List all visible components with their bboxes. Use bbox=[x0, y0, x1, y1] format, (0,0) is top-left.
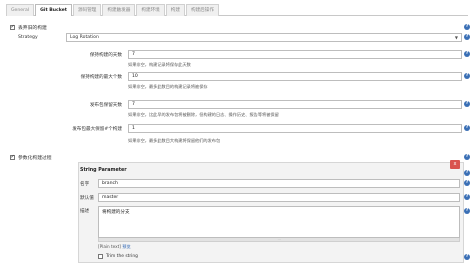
days-to-keep-label: 保持构建的天数 bbox=[89, 53, 122, 58]
days-to-keep-hint: 如果非空，构建记录将保存此天数 bbox=[128, 62, 191, 67]
days-to-keep-help-icon[interactable]: ? bbox=[464, 51, 470, 57]
parameterized-build-label: 参数化构建过程 bbox=[18, 156, 52, 161]
strategy-select[interactable]: Log Rotation ▼ bbox=[66, 33, 462, 42]
parameter-help-icon[interactable]: ? bbox=[464, 170, 470, 176]
param-name-label: 名字 bbox=[80, 182, 90, 187]
string-parameter-title: String Parameter bbox=[80, 168, 127, 173]
artifact-max-help-icon[interactable]: ? bbox=[464, 125, 470, 131]
artifact-days-input[interactable]: 7 bbox=[128, 100, 462, 109]
strategy-label: Strategy bbox=[18, 35, 38, 40]
param-desc-label: 描述 bbox=[80, 209, 90, 214]
tab-general[interactable]: General bbox=[6, 4, 35, 16]
discard-old-builds-label: 丢弃旧的构建 bbox=[18, 26, 47, 31]
parameterized-build-checkbox[interactable] bbox=[10, 154, 15, 160]
trim-string-row[interactable]: Trim the string bbox=[98, 254, 138, 259]
param-name-input[interactable]: branch bbox=[98, 179, 460, 188]
trim-help-icon[interactable]: ? bbox=[464, 254, 470, 260]
config-tabs: General Git Bucket 源码管理 构建触发器 构建环境 构建 构建… bbox=[6, 4, 468, 16]
tab-post-build[interactable]: 构建后操作 bbox=[185, 4, 219, 16]
param-name-help-icon[interactable]: ? bbox=[464, 180, 470, 186]
tab-build[interactable]: 构建 bbox=[165, 4, 185, 16]
strategy-help-icon[interactable]: ? bbox=[464, 34, 470, 40]
chevron-down-icon: ▼ bbox=[454, 35, 458, 40]
tab-source-management[interactable]: 源码管理 bbox=[73, 4, 102, 16]
textarea-resize-handle[interactable]: ⋯ bbox=[98, 238, 460, 242]
artifact-days-label: 发布包保留天数 bbox=[89, 103, 122, 108]
artifact-max-label: 发布包最大保留#个构建 bbox=[72, 127, 122, 132]
parameterized-build-row[interactable]: 参数化构建过程 bbox=[10, 154, 52, 161]
tab-gitbucket[interactable]: Git Bucket bbox=[35, 4, 72, 16]
max-builds-input[interactable]: 10 bbox=[128, 72, 462, 81]
param-desc-help-icon[interactable]: ? bbox=[464, 208, 470, 214]
param-default-label: 默认值 bbox=[80, 196, 94, 201]
plain-text-label: [Plain text] bbox=[98, 244, 121, 249]
param-default-help-icon[interactable]: ? bbox=[464, 194, 470, 200]
max-builds-hint: 如果非空，最多此数目的构建记录将被保存 bbox=[128, 84, 208, 89]
tab-build-environment[interactable]: 构建环境 bbox=[136, 4, 165, 16]
tab-build-triggers[interactable]: 构建触发器 bbox=[102, 4, 136, 16]
artifact-days-hint: 如果非空，比此早的发布包将被删除，但构建的日志、操作历史、报告等将被保留 bbox=[128, 112, 279, 117]
artifact-days-help-icon[interactable]: ? bbox=[464, 101, 470, 107]
param-description-textarea[interactable]: 将构建的分支 bbox=[98, 206, 460, 238]
max-builds-label: 保持构建的最大个数 bbox=[80, 75, 122, 80]
delete-parameter-button[interactable]: x bbox=[450, 160, 460, 169]
parameterized-help-icon[interactable]: ? bbox=[464, 154, 470, 160]
plain-text-note: [Plain text] 预览 bbox=[98, 244, 131, 250]
artifact-max-input[interactable]: 1 bbox=[128, 124, 462, 133]
max-builds-help-icon[interactable]: ? bbox=[464, 73, 470, 79]
preview-link[interactable]: 预览 bbox=[122, 244, 130, 249]
discard-help-icon[interactable]: ? bbox=[464, 24, 470, 30]
artifact-max-hint: 如果非空，最多此数目大构建将保留他们的发布包 bbox=[128, 138, 221, 143]
strategy-value: Log Rotation bbox=[70, 35, 99, 40]
discard-old-builds-checkbox[interactable] bbox=[10, 24, 15, 30]
discard-old-builds-row[interactable]: 丢弃旧的构建 bbox=[10, 24, 47, 31]
trim-string-label: Trim the string bbox=[106, 254, 138, 259]
trim-string-checkbox[interactable] bbox=[98, 254, 103, 259]
days-to-keep-input[interactable]: 7 bbox=[128, 50, 462, 59]
param-default-input[interactable]: master bbox=[98, 193, 460, 202]
